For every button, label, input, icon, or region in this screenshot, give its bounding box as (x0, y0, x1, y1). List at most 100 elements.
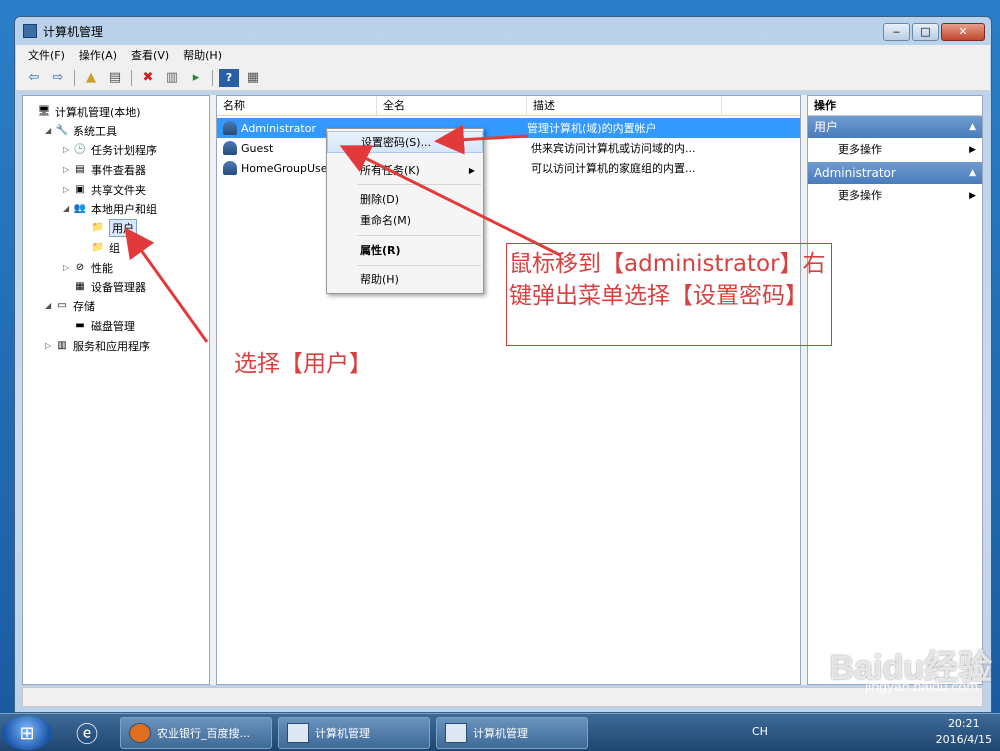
window-content: 🖥 计算机管理(本地) ◢ 🔧 系统工具 ▷ 🕒 任务计划程序 ▷ ▤ 事件查看器 ▷ ▣ 共享文件夹 ◢ 👥… (14, 16, 992, 713)
tree-item[interactable]: ▬ 磁盘管理 (63, 316, 135, 335)
submenu-arrow-icon: ▶ (969, 191, 976, 201)
list-header: 名称 全名 描述 (217, 96, 800, 116)
tree-node-icon: ▦ (75, 281, 85, 292)
taskbar-item-computer-management[interactable]: 计算机管理 (278, 717, 430, 749)
tree-item-label: 组 (109, 241, 120, 255)
column-description[interactable]: 描述 (527, 96, 722, 115)
list-item[interactable]: Guest 供来宾访问计算机或访问域的内... (217, 138, 800, 158)
tree-item[interactable]: 📁 用户 (81, 218, 137, 237)
user-name: Guest (241, 141, 274, 155)
annotation-user-note: 选择【用户】 (234, 351, 372, 377)
actions-section-administrator[interactable]: Administrator ▲ (808, 162, 982, 184)
tree-node-icon: 📁 (91, 242, 105, 253)
tree-item-label: 本地用户和组 (91, 202, 157, 216)
computer-management-icon (445, 723, 467, 743)
expand-toggle-icon[interactable]: ◢ (63, 204, 73, 213)
system-tray: CH 20:21 2016/4/15 (750, 714, 1000, 751)
actions-pane: 操作 用户 ▲ 更多操作 ▶ Administrator ▲ 更多操作 ▶ (807, 95, 983, 685)
expand-toggle-icon[interactable]: ▷ (63, 185, 73, 194)
tree-node-icon: ▭ (57, 300, 67, 311)
expand-toggle-icon[interactable]: ◢ (45, 126, 55, 135)
tree-node-icon: ▬ (75, 320, 85, 331)
tree-item-label: 存储 (73, 299, 95, 313)
menu-item-help[interactable]: 帮助(H) (327, 269, 483, 291)
expand-toggle-icon[interactable]: ▷ (63, 263, 73, 272)
tree-item-label: 用户 (109, 218, 137, 237)
user-description: 可以访问计算机的家庭组的内置... (531, 162, 696, 175)
collapse-icon: ▲ (969, 122, 976, 132)
tree-item-label: 任务计划程序 (91, 143, 157, 157)
menu-item-set-password[interactable]: 设置密码(S)... (327, 131, 483, 153)
user-description: 管理计算机(域)的内置帐户 (527, 122, 657, 135)
tree-item-label: 服务和应用程序 (73, 339, 150, 353)
tree-item-label: 系统工具 (73, 124, 117, 138)
tree-node-icon: ▤ (75, 164, 85, 175)
actions-section-users[interactable]: 用户 ▲ (808, 116, 982, 138)
tree-node-icon: ▥ (57, 340, 67, 351)
main-area: 🖥 计算机管理(本地) ◢ 🔧 系统工具 ▷ 🕒 任务计划程序 ▷ ▤ 事件查看器 ▷ ▣ 共享文件夹 ◢ 👥… (22, 95, 983, 685)
status-bar (22, 687, 983, 707)
list-item[interactable]: HomeGroupUse 可以访问计算机的家庭组的内置... (217, 158, 800, 178)
tree-item[interactable]: 🖥 计算机管理(本地) (27, 102, 141, 121)
menu-separator (357, 184, 481, 185)
tree-item-label: 事件查看器 (91, 163, 146, 177)
tree-item-label: 性能 (91, 261, 113, 275)
tree-node-icon: ⊘ (75, 262, 85, 273)
tree-item-label: 磁盘管理 (91, 319, 135, 333)
more-actions-administrator[interactable]: 更多操作 ▶ (808, 184, 982, 208)
tree-item[interactable]: ◢ 🔧 系统工具 (45, 121, 117, 140)
more-actions-label: 更多操作 (838, 189, 882, 202)
tree-item[interactable]: ▦ 设备管理器 (63, 277, 146, 296)
internet-explorer-icon[interactable]: ⓔ (64, 717, 110, 749)
computer-management-icon (287, 723, 309, 743)
section-title: Administrator (814, 166, 896, 180)
list-item[interactable]: Administrator 管理计算机(域)的内置帐户 (217, 118, 800, 138)
start-button[interactable]: ⊞ (2, 716, 52, 750)
users-list: 名称 全名 描述 Administrator 管理计算机(域)的内置帐户 Gue… (216, 95, 801, 685)
more-actions-users[interactable]: 更多操作 ▶ (808, 138, 982, 162)
menu-item-delete[interactable]: 删除(D) (327, 189, 483, 211)
column-fullname[interactable]: 全名 (377, 96, 527, 115)
firefox-icon (129, 723, 151, 743)
tree-item[interactable]: ▷ 🕒 任务计划程序 (63, 140, 157, 159)
menu-item-all-tasks[interactable]: 所有任务(K) ▶ (327, 160, 483, 182)
expand-toggle-icon[interactable]: ▷ (45, 341, 55, 350)
expand-toggle-icon[interactable]: ▷ (63, 145, 73, 154)
submenu-arrow-icon: ▶ (969, 145, 976, 155)
tree-item[interactable]: ▷ ▥ 服务和应用程序 (45, 336, 150, 355)
tree-item-label: 共享文件夹 (91, 183, 146, 197)
column-name[interactable]: 名称 (217, 96, 377, 115)
task-label: 计算机管理 (315, 727, 370, 740)
menu-item-rename[interactable]: 重命名(M) (327, 210, 483, 232)
task-label: 计算机管理 (473, 727, 528, 740)
context-menu: 设置密码(S)... 所有任务(K) ▶ 删除(D) 重命名(M) 属性(R) 帮… (326, 128, 484, 294)
submenu-arrow-icon: ▶ (468, 166, 475, 175)
tree-node-icon: ▣ (75, 184, 85, 195)
menu-item-properties[interactable]: 属性(R) (327, 240, 483, 262)
clock[interactable]: 20:21 2016/4/15 (936, 716, 992, 748)
tree-item-label: 设备管理器 (91, 280, 146, 294)
tree-item[interactable]: 📁 组 (81, 238, 120, 257)
tree-item[interactable]: ▷ ⊘ 性能 (63, 258, 113, 277)
expand-toggle-icon[interactable]: ◢ (45, 301, 55, 310)
tree-item[interactable]: ◢ ▭ 存储 (45, 296, 95, 315)
menu-separator (357, 265, 481, 266)
tree-node-icon: 👥 (73, 203, 87, 214)
expand-toggle-icon[interactable]: ▷ (63, 165, 73, 174)
section-title: 用户 (814, 120, 839, 134)
tree-item[interactable]: ◢ 👥 本地用户和组 (63, 199, 157, 218)
clock-date: 2016/4/15 (935, 733, 992, 746)
user-name: HomeGroupUse (241, 161, 328, 175)
tree-item[interactable]: ▷ ▤ 事件查看器 (63, 160, 146, 179)
language-indicator[interactable]: CH (752, 725, 768, 738)
user-name: Administrator (241, 121, 316, 135)
tree-node-icon: 🕒 (73, 144, 87, 155)
tree-item-label: 计算机管理(本地) (55, 105, 141, 119)
console-tree: 🖥 计算机管理(本地) ◢ 🔧 系统工具 ▷ 🕒 任务计划程序 ▷ ▤ 事件查看器 ▷ ▣ 共享文件夹 ◢ 👥… (22, 95, 210, 685)
taskbar-item-computer-management-2[interactable]: 计算机管理 (436, 717, 588, 749)
more-actions-label: 更多操作 (838, 143, 882, 156)
tree-item[interactable]: ▷ ▣ 共享文件夹 (63, 180, 146, 199)
taskbar-item-browser[interactable]: 农业银行_百度搜... (120, 717, 272, 749)
taskbar: ⊞ ⓔ 农业银行_百度搜... 计算机管理 计算机管理 CH 20:21 201… (0, 713, 1000, 751)
user-icon (223, 121, 237, 135)
